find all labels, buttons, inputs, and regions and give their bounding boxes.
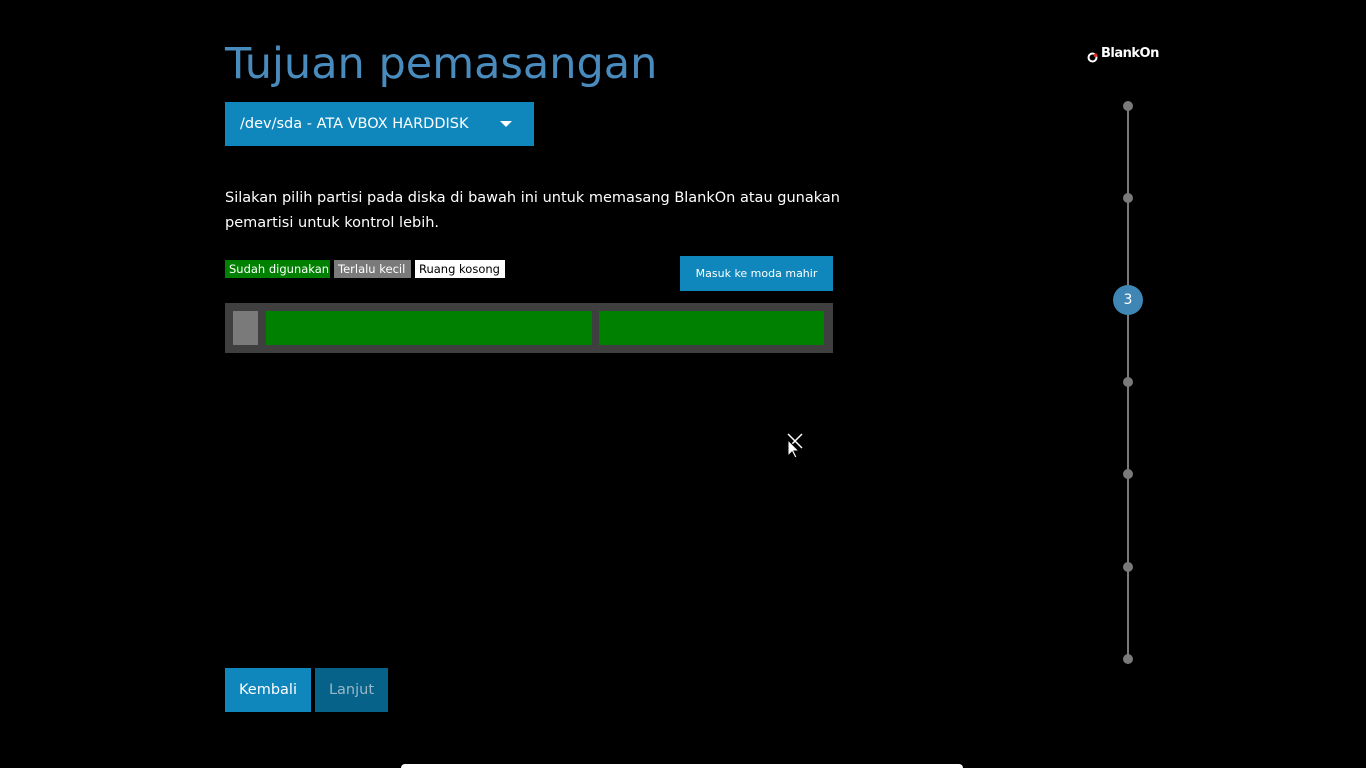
blankon-logo-icon bbox=[1087, 48, 1098, 62]
brand-logo: BlankOn bbox=[1087, 44, 1159, 62]
partition-bar bbox=[225, 303, 833, 353]
step-dot-6 bbox=[1123, 562, 1133, 572]
brand-name: BlankOn bbox=[1101, 45, 1159, 61]
instruction-text: Silakan pilih partisi pada diska di bawa… bbox=[225, 190, 840, 231]
step-dot-4 bbox=[1123, 377, 1133, 387]
legend-used: Sudah digunakan bbox=[225, 260, 330, 278]
advanced-mode-button[interactable]: Masuk ke moda mahir bbox=[680, 256, 833, 291]
legend-free-space: Ruang kosong bbox=[415, 260, 505, 278]
step-dot-7 bbox=[1123, 654, 1133, 664]
disk-select-dropdown[interactable]: /dev/sda - ATA VBOX HARDDISK bbox=[225, 102, 534, 146]
step-dot-5 bbox=[1123, 469, 1133, 479]
disk-select-value: /dev/sda - ATA VBOX HARDDISK bbox=[240, 116, 469, 132]
partition-too-small[interactable] bbox=[233, 311, 258, 345]
back-button[interactable]: Kembali bbox=[225, 668, 311, 712]
bottom-panel-edge bbox=[401, 764, 963, 768]
installer-window: Tujuan pemasangan BlankOn /dev/sda - ATA… bbox=[0, 0, 1366, 768]
step-dot-2 bbox=[1123, 193, 1133, 203]
partition-used-2[interactable] bbox=[599, 311, 824, 345]
step-progress: 3 bbox=[1108, 96, 1148, 670]
chevron-down-icon bbox=[500, 121, 512, 127]
partition-used-1[interactable] bbox=[266, 311, 592, 345]
step-current: 3 bbox=[1113, 285, 1143, 315]
mouse-cursor-icon bbox=[786, 432, 806, 460]
next-button[interactable]: Lanjut bbox=[315, 668, 388, 712]
step-dot-1 bbox=[1123, 101, 1133, 111]
legend-too-small: Terlalu kecil bbox=[334, 260, 411, 278]
page-title: Tujuan pemasangan bbox=[225, 39, 658, 89]
